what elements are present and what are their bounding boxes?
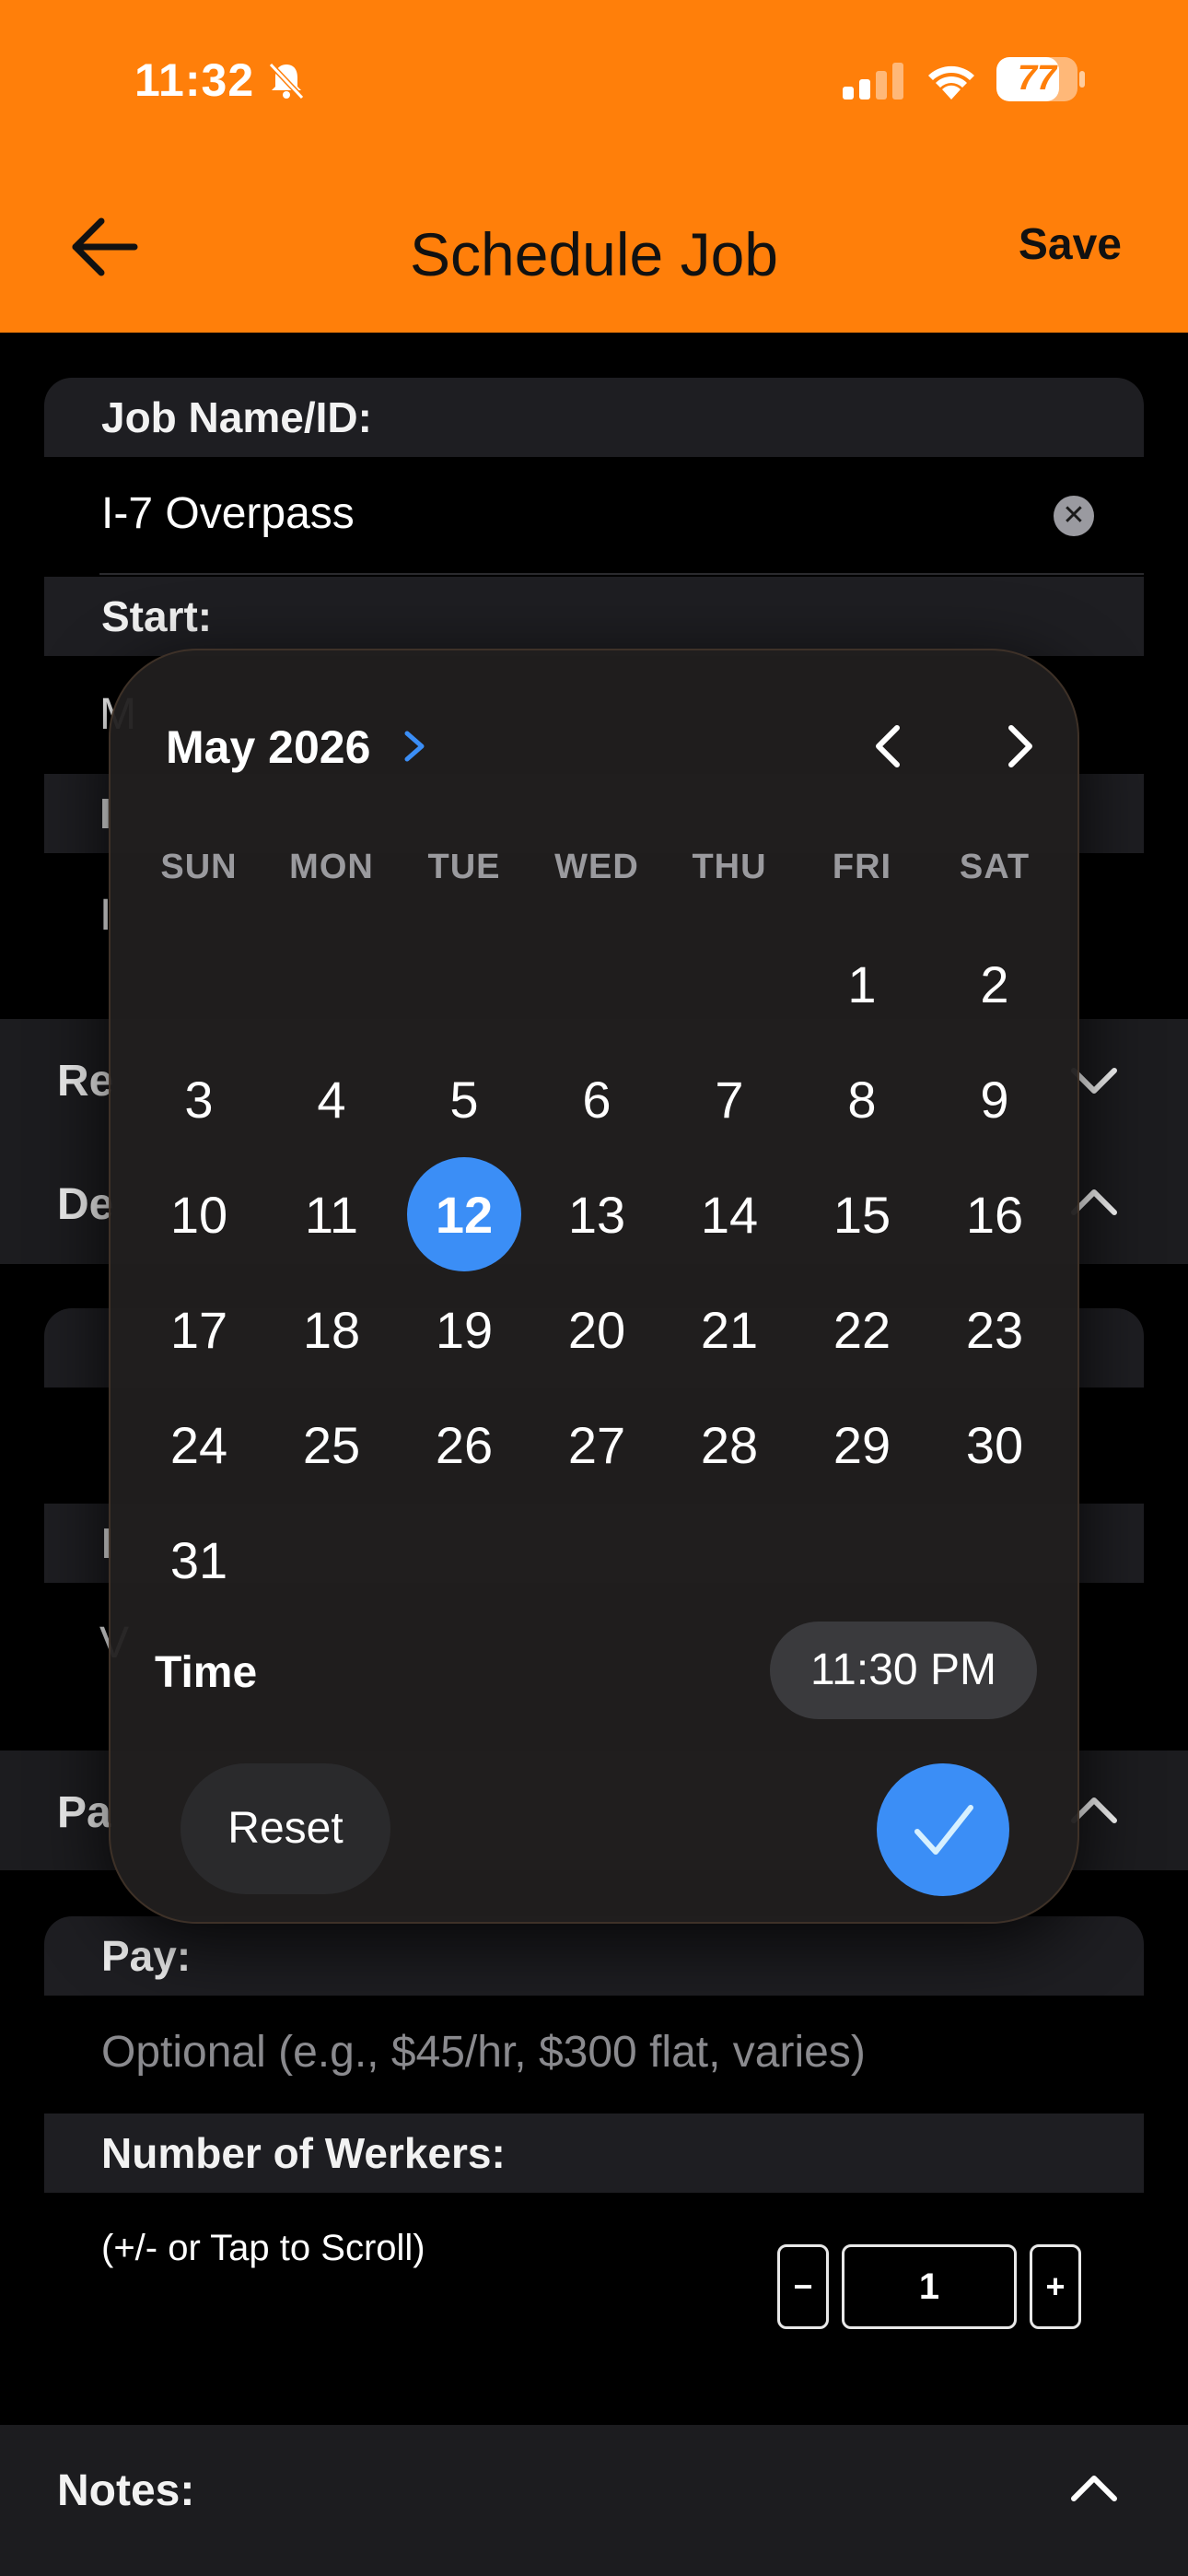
day-20[interactable]: 20 [530,1300,663,1360]
bell-slash-icon [268,62,305,100]
day-18[interactable]: 18 [265,1300,398,1360]
chevron-left-icon[interactable] [866,722,914,770]
day-5[interactable]: 5 [398,1070,530,1130]
notes-label[interactable]: Notes: [57,2465,194,2516]
start-label-row: Start: [44,577,1144,656]
day-23[interactable]: 23 [928,1300,1061,1360]
day-1[interactable]: 1 [796,954,928,1014]
time-label: Time [155,1648,258,1697]
section-pay-label[interactable]: Pa [57,1787,111,1838]
day-4[interactable]: 4 [265,1070,398,1130]
day-24[interactable]: 24 [133,1415,265,1475]
battery-percent: 77 [1017,59,1057,98]
day-29[interactable]: 29 [796,1415,928,1475]
day-7[interactable]: 7 [663,1070,796,1130]
day-11[interactable]: 11 [265,1185,398,1245]
weekday-tue: TUE [427,848,501,886]
status-time: 11:32 [134,54,255,106]
pay-label-row: Pay: [44,1916,1144,1996]
workers-count-field[interactable]: 1 [842,2244,1017,2329]
confirm-button[interactable] [877,1763,1009,1896]
wifi-icon [928,65,974,100]
chevron-right-icon[interactable] [995,722,1042,770]
day-21[interactable]: 21 [663,1300,796,1360]
divider [99,573,1144,575]
header-bar: 11:32 77 Schedule Job Save [0,0,1188,333]
workers-label-row: Number of Werkers: [44,2113,1144,2193]
weekday-sat: SAT [959,848,1031,886]
day-16[interactable]: 16 [928,1185,1061,1245]
section-recurrence-label[interactable]: Re [57,1056,113,1107]
weekday-fri: FRI [832,848,892,886]
chevron-up-icon[interactable] [1066,2471,1122,2508]
weekday-mon: MON [289,848,374,886]
save-button[interactable]: Save [1019,219,1122,270]
workers-hint: (+/- or Tap to Scroll) [101,2228,425,2268]
pay-label: Pay: [101,1932,192,1980]
day-9[interactable]: 9 [928,1070,1061,1130]
date-picker-popover: May 2026 SUN MON TUE WED THU FRI SAT 123456789… [109,649,1079,1924]
day-26[interactable]: 26 [398,1415,530,1475]
start-label: Start: [101,592,213,640]
day-27[interactable]: 27 [530,1415,663,1475]
weekday-thu: THU [692,848,767,886]
reset-button[interactable]: Reset [181,1763,390,1894]
day-12[interactable]: 12 [398,1185,530,1245]
day-30[interactable]: 30 [928,1415,1061,1475]
battery-indicator: 77 [996,57,1085,101]
weekday-sun: SUN [160,848,238,886]
clear-x-icon[interactable]: ✕ [1054,496,1094,536]
weekday-wed: WED [554,848,639,886]
chevron-right-icon[interactable] [400,728,427,765]
section-details-label[interactable]: De [57,1179,113,1230]
day-13[interactable]: 13 [530,1185,663,1245]
workers-label: Number of Werkers: [101,2129,506,2177]
pay-input[interactable]: Optional (e.g., $45/hr, $300 flat, varie… [101,2027,866,2078]
cellular-signal-icon [843,63,903,100]
day-10[interactable]: 10 [133,1185,265,1245]
page-title: Schedule Job [410,220,778,288]
day-2[interactable]: 2 [928,954,1061,1014]
day-22[interactable]: 22 [796,1300,928,1360]
day-15[interactable]: 15 [796,1185,928,1245]
day-17[interactable]: 17 [133,1300,265,1360]
job-name-label: Job Name/ID: [101,393,372,441]
day-6[interactable]: 6 [530,1070,663,1130]
time-picker-button[interactable]: 11:30 PM [770,1622,1037,1719]
job-name-input[interactable]: I-7 Overpass [101,488,355,539]
job-name-label-row: Job Name/ID: [44,378,1144,457]
month-year-button[interactable]: May 2026 [166,720,370,774]
checkmark-icon [914,1805,973,1855]
workers-minus-button[interactable]: − [777,2244,829,2329]
day-28[interactable]: 28 [663,1415,796,1475]
day-19[interactable]: 19 [398,1300,530,1360]
day-31[interactable]: 31 [133,1530,265,1590]
day-8[interactable]: 8 [796,1070,928,1130]
day-3[interactable]: 3 [133,1070,265,1130]
day-14[interactable]: 14 [663,1185,796,1245]
workers-plus-button[interactable]: + [1030,2244,1081,2329]
day-25[interactable]: 25 [265,1415,398,1475]
